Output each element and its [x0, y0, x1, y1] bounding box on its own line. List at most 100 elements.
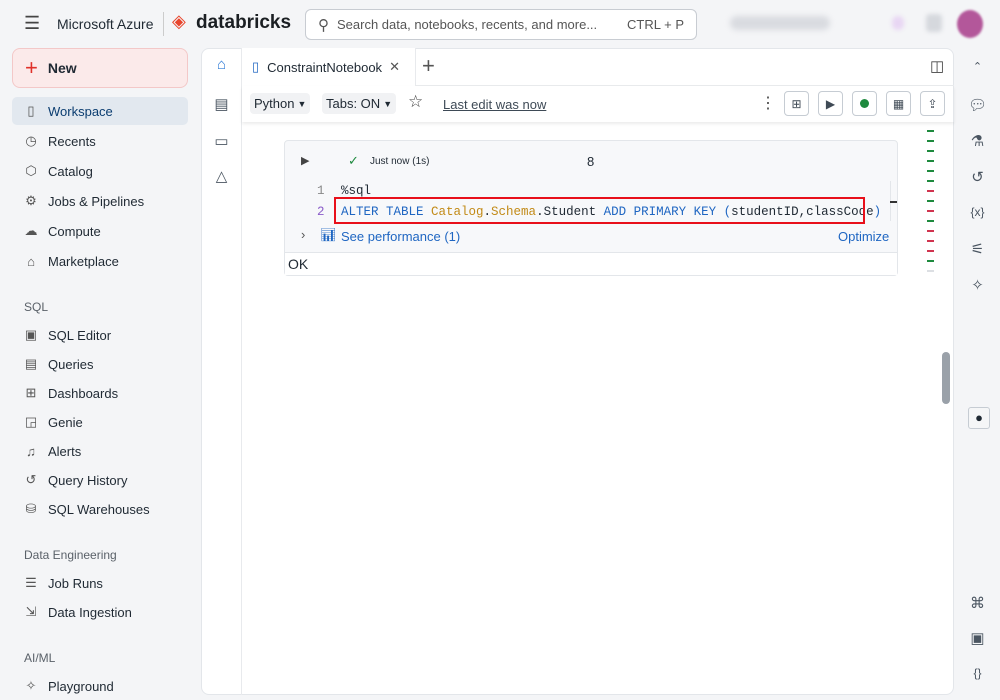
genie-icon: ◲ — [24, 414, 38, 429]
chat-icon: ● — [975, 410, 983, 425]
clock-icon: ◷ — [25, 133, 37, 148]
share-button[interactable]: ⇪ — [920, 91, 945, 116]
sidebar-item-sql-editor[interactable]: ▣ SQL Editor — [12, 321, 188, 349]
sidebar-item-workspace[interactable]: ▯ Workspace — [12, 97, 188, 125]
chat-bubble-button[interactable]: ● — [968, 407, 990, 429]
section-ai-ml: AI/ML — [24, 651, 56, 665]
history-icon[interactable]: ↺ — [955, 168, 1000, 186]
tab-constraint-notebook[interactable]: ▯ ConstraintNotebook ✕ — [242, 48, 416, 86]
language-select[interactable]: Python ▼ — [250, 93, 311, 114]
experiment-icon[interactable]: ⚗ — [955, 132, 1000, 150]
star-icon[interactable]: ☆ — [408, 92, 423, 112]
workspace-switcher[interactable] — [730, 16, 830, 30]
tabs-setting-select[interactable]: Tabs: ON ▼ — [322, 93, 397, 114]
sidebar-item-queries[interactable]: ▤ Queries — [12, 350, 188, 378]
menu-icon[interactable]: ☰ — [24, 13, 40, 34]
code-line[interactable]: %sql — [341, 184, 371, 198]
gutter-mark — [927, 200, 934, 202]
sidebar-item-compute[interactable]: ☁ Compute — [12, 217, 188, 245]
sparkle-icon: ✧ — [25, 678, 37, 693]
highlight-box — [334, 197, 865, 224]
assistant-icon[interactable] — [892, 16, 904, 30]
terminal-icon: ▣ — [24, 327, 38, 342]
see-performance-link[interactable]: See performance (1) — [341, 229, 460, 244]
more-icon[interactable]: ⋮ — [760, 93, 776, 113]
query-icon: ▤ — [24, 356, 38, 371]
search-input[interactable]: ⚲ Search data, notebooks, recents, and m… — [305, 9, 697, 40]
optimize-link[interactable]: Optimize — [838, 229, 889, 244]
shapes-icon[interactable]: △ — [201, 167, 242, 185]
sidebar-item-jobs[interactable]: ⚙ Jobs & Pipelines — [12, 187, 188, 215]
close-icon[interactable]: ✕ — [389, 59, 400, 75]
punct: ) — [873, 205, 882, 219]
sidebar-item-marketplace[interactable]: ⌂ Marketplace — [12, 247, 188, 275]
split-view-icon[interactable]: ◫ — [930, 57, 944, 75]
tab-label: ConstraintNotebook — [267, 59, 383, 75]
gutter-mark — [927, 240, 934, 242]
language-label: Python — [254, 96, 295, 111]
home-icon[interactable]: ⌂ — [201, 56, 242, 73]
folder-icon[interactable]: ▭ — [201, 132, 242, 150]
left-tool-column: ⌂ ▤ ▭ △ — [201, 48, 242, 695]
settings-sliders-icon[interactable]: ⚟ — [955, 240, 1000, 258]
label: Workspace — [48, 103, 113, 119]
line-number: 1 — [317, 184, 325, 198]
new-button[interactable]: + New — [12, 48, 188, 88]
chevron-down-icon: ▼ — [383, 98, 393, 109]
cell-status: Just now (1s) — [370, 156, 430, 167]
dashboard-icon: ⊞ — [25, 385, 37, 400]
collapse-chevron-icon[interactable]: ⌃ — [955, 60, 1000, 73]
sidebar-item-alerts[interactable]: ♫ Alerts — [12, 437, 188, 465]
sidebar-item-catalog[interactable]: ⬡ Catalog — [12, 157, 188, 185]
run-cell-icon[interactable]: ▶ — [301, 154, 309, 167]
label: Marketplace — [48, 253, 119, 269]
avatar[interactable] — [957, 10, 983, 38]
label: Jobs & Pipelines — [48, 193, 145, 209]
apps-icon[interactable] — [926, 14, 942, 32]
code-braces-icon[interactable]: {} — [955, 666, 1000, 680]
label: Compute — [48, 223, 101, 239]
expand-chevron-icon[interactable]: › — [301, 227, 305, 242]
label: Dashboards — [48, 385, 119, 401]
search-placeholder: Search data, notebooks, recents, and mor… — [337, 17, 598, 32]
sidebar-item-job-runs[interactable]: ☰ Job Runs — [12, 569, 188, 597]
shortcuts-icon[interactable]: ⌘ — [955, 594, 1000, 612]
divider — [163, 12, 164, 36]
sidebar-item-dashboards[interactable]: ⊞ Dashboards — [12, 379, 188, 407]
schedule-button[interactable]: ▦ — [886, 91, 911, 116]
layout-icon: ⊞ — [791, 96, 802, 111]
ingest-icon: ⇲ — [25, 604, 37, 619]
scrollbar-thumb[interactable] — [942, 352, 950, 404]
last-edit-link[interactable]: Last edit was now — [443, 97, 546, 112]
gutter-mark — [927, 210, 934, 212]
label: Query History — [48, 472, 128, 488]
section-sql: SQL — [24, 300, 49, 314]
compute-status-button[interactable] — [852, 91, 877, 116]
table-of-contents-icon[interactable]: ▤ — [201, 95, 242, 113]
layout-button[interactable]: ⊞ — [784, 91, 809, 116]
terminal-icon[interactable]: ▣ — [955, 629, 1000, 647]
sidebar-item-genie[interactable]: ◲ Genie — [12, 408, 188, 436]
sidebar-item-playground[interactable]: ✧ Playground — [12, 672, 188, 700]
bell-icon: ♫ — [26, 443, 36, 459]
gutter-mark — [927, 170, 934, 172]
sidebar-item-recents[interactable]: ◷ Recents — [12, 127, 188, 155]
variables-icon[interactable]: {x} — [955, 205, 1000, 219]
label: Recents — [48, 133, 96, 149]
gutter-mark — [927, 150, 934, 152]
sidebar-item-query-history[interactable]: ↺ Query History — [12, 466, 188, 494]
comment-icon[interactable]: 💬︎ — [955, 96, 1000, 114]
run-all-button[interactable]: ▶ — [818, 91, 843, 116]
sidebar-item-sql-warehouses[interactable]: ⛁ SQL Warehouses — [12, 495, 188, 523]
chevron-down-icon: ▼ — [297, 98, 307, 109]
top-bar: ☰ Microsoft Azure ◈ databricks ⚲ Search … — [0, 0, 1000, 48]
tabs-label: Tabs: ON — [326, 96, 381, 111]
sidebar-item-data-ingestion[interactable]: ⇲ Data Ingestion — [12, 598, 188, 626]
add-tab-button[interactable]: + — [422, 53, 435, 79]
label: Alerts — [48, 443, 82, 459]
history-icon: ↺ — [25, 472, 37, 487]
databricks-logo[interactable]: databricks — [196, 12, 291, 34]
assistant-sparkle-icon[interactable]: ✧ — [955, 276, 1000, 294]
status-dot-icon — [860, 99, 869, 108]
share-icon: ⇪ — [927, 96, 938, 111]
